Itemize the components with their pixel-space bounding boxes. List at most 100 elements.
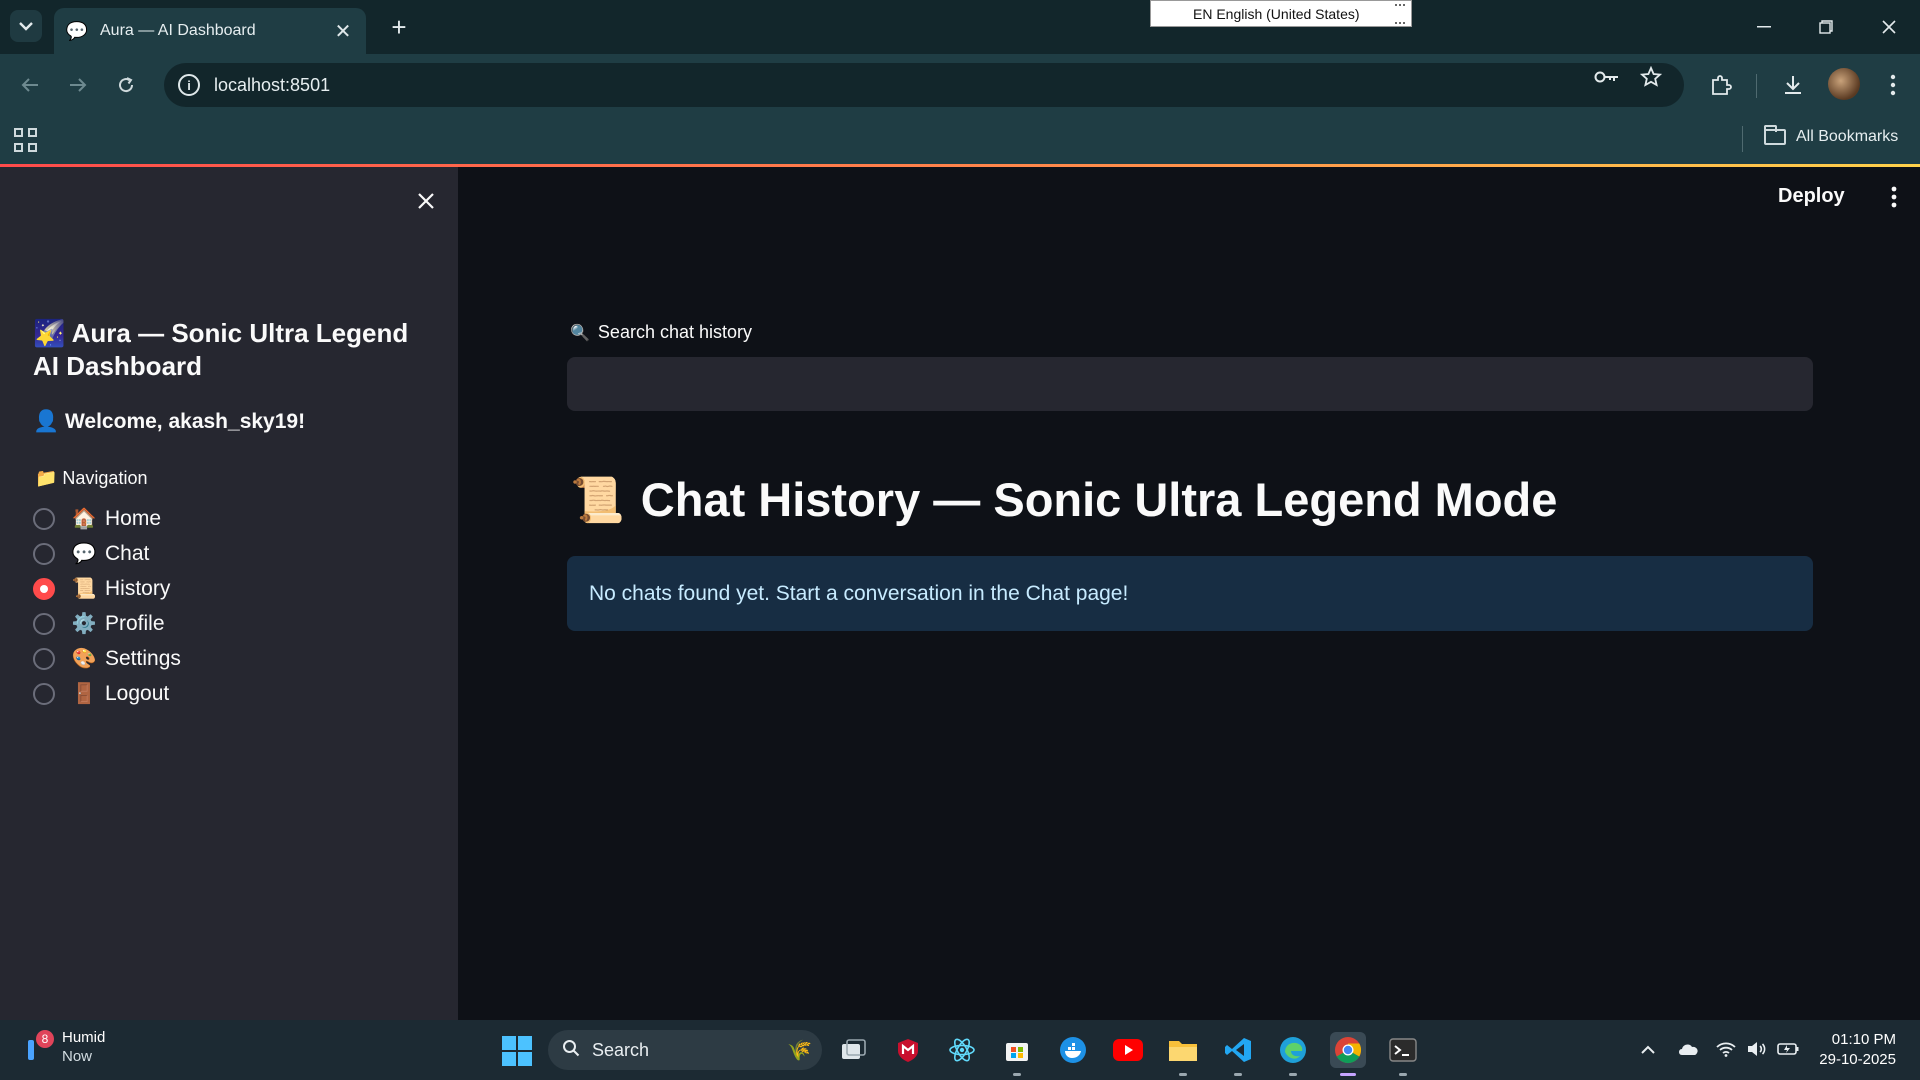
nav-label-profile: Profile <box>105 611 165 635</box>
battery-icon[interactable] <box>1777 1038 1799 1060</box>
gear-icon: ⚙️ <box>71 613 97 635</box>
search-highlight-icon: 🌾 <box>787 1040 812 1062</box>
radio-button[interactable] <box>33 682 55 705</box>
main-content: Deploy 🔍 Search chat history 📜 Chat Hist… <box>458 167 1920 1020</box>
folder-icon <box>1764 125 1786 145</box>
app-menu-button[interactable] <box>1882 183 1906 211</box>
notification-badge: 8 <box>36 1030 54 1048</box>
nav-radio-settings[interactable]: 🎨 Settings <box>33 641 181 676</box>
apps-grid-icon[interactable] <box>14 128 38 152</box>
docker-icon[interactable] <box>1055 1032 1091 1068</box>
running-indicator <box>1234 1073 1242 1076</box>
extensions-button[interactable] <box>1708 72 1734 98</box>
start-button[interactable] <box>502 1036 532 1066</box>
radio-button[interactable] <box>33 647 55 670</box>
close-sidebar-button[interactable] <box>410 185 442 217</box>
microsoft-store-icon[interactable] <box>999 1032 1035 1076</box>
deploy-button[interactable]: Deploy <box>1778 185 1845 208</box>
close-icon <box>1882 20 1896 34</box>
running-indicator <box>1340 1073 1356 1076</box>
nav-radio-home[interactable]: 🏠 Home <box>33 501 181 536</box>
page-title-text: Chat History — Sonic Ultra Legend Mode <box>640 473 1558 526</box>
all-bookmarks-label: All Bookmarks <box>1796 128 1899 145</box>
tab-search-button[interactable] <box>10 10 42 42</box>
restore-button[interactable] <box>1811 12 1841 42</box>
page-title: 📜 Chat History — Sonic Ultra Legend Mode <box>570 472 1557 527</box>
browser-tab-active[interactable]: 💬 Aura — AI Dashboard ✕ <box>54 8 366 54</box>
speaker-icon[interactable] <box>1746 1038 1768 1060</box>
chevron-down-icon <box>19 22 33 31</box>
radio-button[interactable] <box>33 612 55 635</box>
forward-button[interactable] <box>62 69 94 101</box>
radio-button-selected[interactable] <box>33 577 55 600</box>
onedrive-cloud-icon[interactable] <box>1677 1038 1699 1060</box>
nav-radio-chat[interactable]: 💬 Chat <box>33 536 181 571</box>
nav-label-settings: Settings <box>105 646 181 670</box>
wifi-icon[interactable] <box>1715 1038 1737 1060</box>
arrow-left-icon <box>21 78 38 92</box>
browser-tab-strip: 💬 Aura — AI Dashboard ✕ + EN English (Un… <box>0 0 1920 54</box>
taskbar-search[interactable]: Search 🌾 <box>548 1030 822 1070</box>
minimize-icon <box>1757 26 1771 28</box>
nav-radio-history[interactable]: 📜 History <box>33 571 181 606</box>
all-bookmarks-button[interactable]: All Bookmarks <box>1764 125 1899 146</box>
edge-icon[interactable] <box>1275 1032 1311 1076</box>
weather-widget[interactable]: 8 Humid Now <box>24 1028 105 1066</box>
search-chat-input[interactable] <box>567 357 1813 411</box>
sidebar-title: 🌠 Aura — Sonic Ultra Legend AI Dashboard <box>33 318 409 381</box>
browser-menu-button[interactable] <box>1880 72 1906 98</box>
reload-button[interactable] <box>110 69 142 101</box>
radio-button[interactable] <box>33 507 55 530</box>
language-indicator: EN English (United States) <box>1150 0 1412 27</box>
close-icon <box>418 193 434 209</box>
puzzle-icon <box>1712 75 1732 95</box>
close-tab-icon[interactable]: ✕ <box>332 20 354 43</box>
site-info-icon[interactable]: i <box>178 74 200 96</box>
bookmarks-divider <box>1742 126 1743 152</box>
minimize-button[interactable] <box>1749 12 1779 42</box>
nav-radio-profile[interactable]: ⚙️ Profile <box>33 606 181 641</box>
bookmark-star-icon[interactable] <box>1638 64 1664 90</box>
vscode-icon[interactable] <box>1220 1032 1256 1076</box>
star-icon <box>1640 66 1662 87</box>
language-label: EN English (United States) <box>1193 5 1360 22</box>
info-alert: No chats found yet. Start a conversation… <box>567 556 1813 631</box>
tab-title: Aura — AI Dashboard <box>100 22 256 39</box>
palette-icon: 🎨 <box>71 648 97 670</box>
terminal-icon[interactable] <box>1385 1032 1421 1076</box>
door-icon: 🚪 <box>71 683 97 705</box>
navigation-label: 📁 Navigation <box>35 468 148 488</box>
password-key-icon[interactable] <box>1594 64 1620 90</box>
weather-sub: Now <box>62 1048 93 1065</box>
address-bar[interactable]: i localhost:8501 <box>164 63 1684 107</box>
react-icon[interactable] <box>944 1032 980 1068</box>
running-indicator <box>1179 1073 1187 1076</box>
thermometer-icon: 8 <box>24 1030 54 1062</box>
speech-bubble-icon: 💬 <box>65 20 89 41</box>
sidebar: 🌠 Aura — Sonic Ultra Legend AI Dashboard… <box>0 167 458 1020</box>
back-button[interactable] <box>14 69 46 101</box>
welcome-message: 👤 Welcome, akash_sky19! <box>33 410 306 433</box>
search-label-text: Search chat history <box>597 322 752 342</box>
scroll-icon: 📜 <box>570 475 625 525</box>
more-vertical-icon <box>1891 186 1897 208</box>
nav-label-logout: Logout <box>105 681 170 705</box>
chrome-icon[interactable] <box>1330 1032 1366 1076</box>
windows-taskbar: 8 Humid Now Search 🌾 01:10 PM 29-10-2025 <box>0 1020 1920 1080</box>
profile-avatar[interactable] <box>1828 68 1860 100</box>
toolbar-divider <box>1756 74 1757 98</box>
radio-button[interactable] <box>33 542 55 565</box>
new-tab-button[interactable]: + <box>384 12 414 42</box>
nav-label-history: History <box>105 576 171 600</box>
nav-radio-logout[interactable]: 🚪 Logout <box>33 676 181 711</box>
chevron-up-icon[interactable] <box>1637 1038 1659 1060</box>
mcafee-icon[interactable] <box>890 1032 926 1068</box>
search-icon <box>562 1039 580 1062</box>
close-window-button[interactable] <box>1874 12 1904 42</box>
file-explorer-icon[interactable] <box>1165 1032 1201 1076</box>
youtube-icon[interactable] <box>1110 1032 1146 1068</box>
task-view-icon[interactable] <box>836 1032 872 1068</box>
running-indicator <box>1399 1073 1407 1076</box>
system-clock[interactable]: 01:10 PM 29-10-2025 <box>1814 1030 1896 1070</box>
downloads-button[interactable] <box>1780 72 1806 98</box>
